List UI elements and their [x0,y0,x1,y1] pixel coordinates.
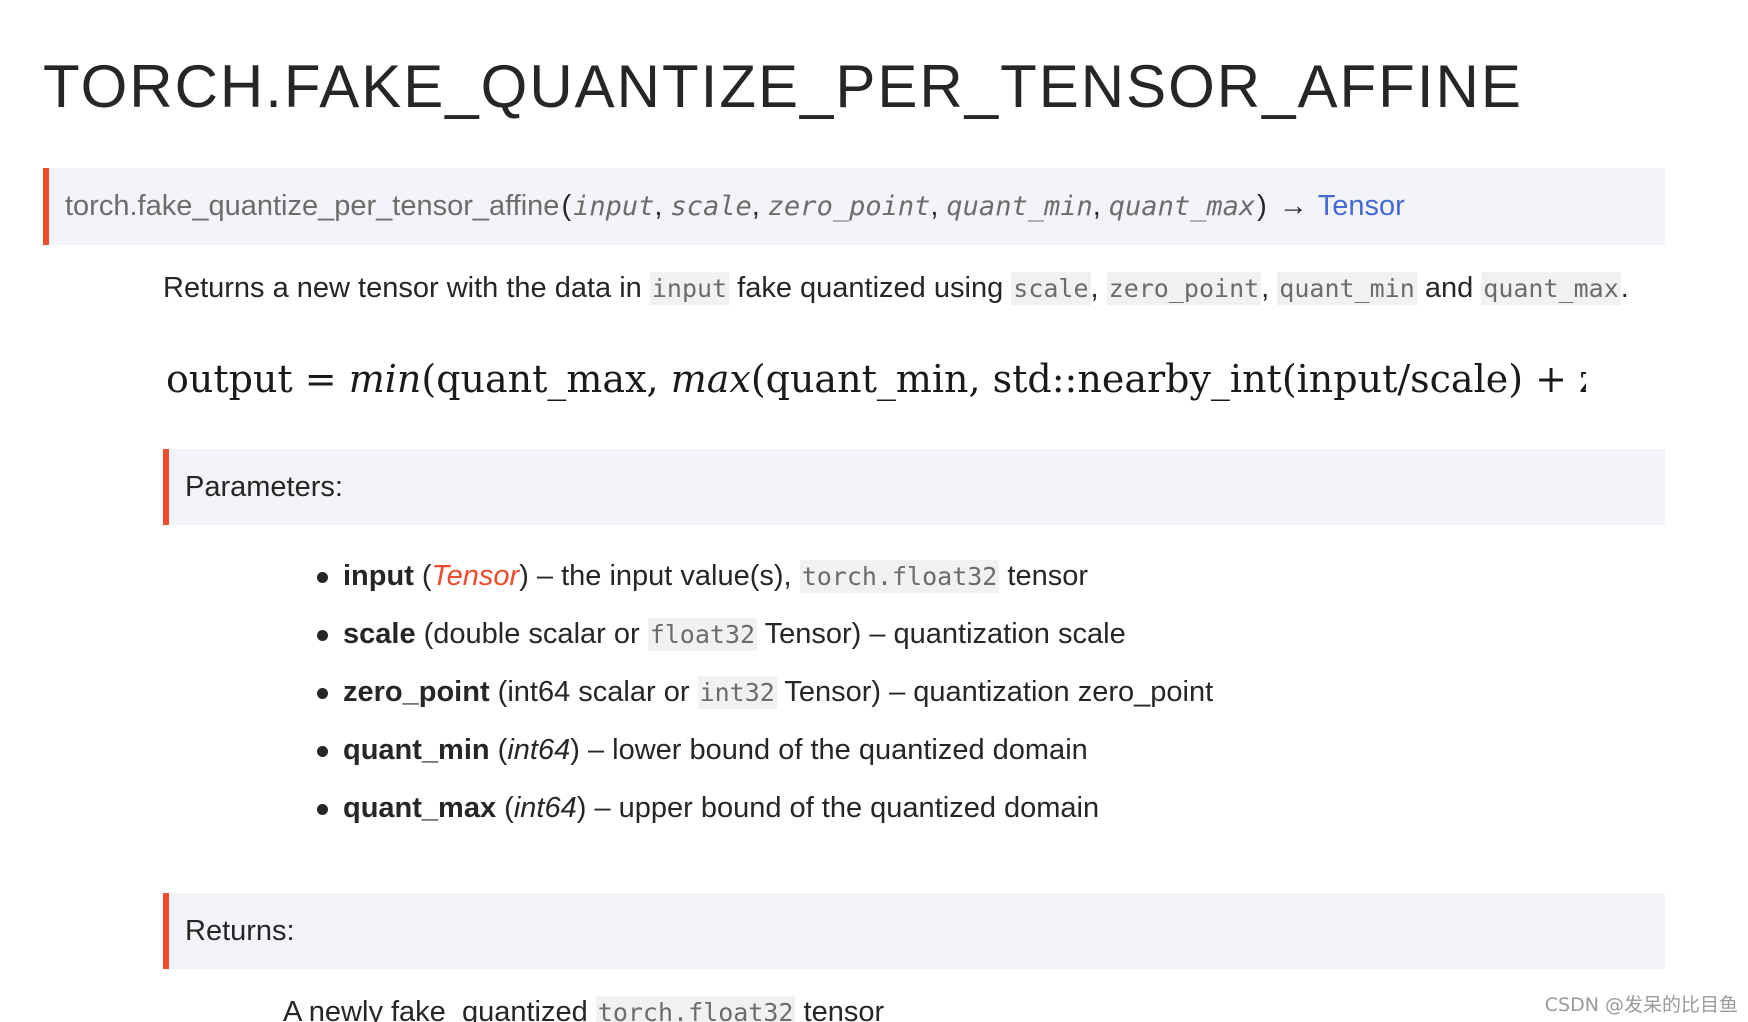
returns-description: A newly fake_quantized torch.float32 ten… [283,996,884,1022]
formula-min: min [348,357,422,401]
return-type-link[interactable]: Tensor [1318,190,1405,223]
param-close: ) [519,560,529,592]
function-signature: torch.fake_quantize_per_tensor_affine ( … [43,168,1665,245]
signature-arg-quant-max: quant_max [1108,191,1256,222]
signature-separator: , [654,190,663,222]
bullet-icon [317,630,328,641]
param-code: float32 [647,618,758,651]
signature-separator: , [930,190,939,222]
param-desc: – lower bound of the quantized domain [579,734,1088,766]
parameters-heading-box: Parameters: [163,449,1665,525]
list-item: input (Tensor) – the input value(s), tor… [317,556,1213,614]
code-quant-max: quant_max [1481,272,1621,305]
parameters-heading: Parameters: [185,470,343,503]
parameters-list: input (Tensor) – the input value(s), tor… [317,556,1214,846]
param-name: scale [343,618,416,650]
param-name: quant_min [343,734,490,766]
returns-text-before: A newly fake_quantized [283,996,596,1022]
param-type-link[interactable]: Tensor [432,560,520,592]
formula-part2: (quant_min, std::nearby_int(input/scale)… [750,357,1586,401]
param-close: ) [570,734,580,766]
param-name: quant_max [343,792,497,824]
param-open: (int64 scalar or [489,676,698,708]
description-middle: fake quantized using [737,272,1004,304]
signature-open-paren: ( [561,190,572,222]
signature-arg-quant-min: quant_min [946,191,1093,222]
formula-lhs: output [166,357,293,401]
description-comma: , [1090,272,1099,304]
param-close: Tensor) [757,618,862,650]
code-quant-min: quant_min [1277,272,1417,305]
param-open: ( [489,734,508,766]
watermark: CSDN @发呆的比目鱼 [1544,994,1738,1016]
param-desc: – quantization zero_point [881,676,1214,708]
function-name: torch.fake_quantize_per_tensor_affine [65,190,560,222]
list-item: scale (double scalar or float32 Tensor) … [317,614,1213,672]
param-open: ( [413,560,432,592]
page-title: TORCH.FAKE_QUANTIZE_PER_TENSOR_AFFINE [43,53,1523,120]
list-item: quant_min (int64) – lower bound of the q… [317,730,1213,788]
bullet-icon [317,804,328,815]
param-desc: – upper bound of the quantized domain [586,792,1100,824]
param-code: int32 [697,676,777,709]
signature-separator: , [1092,190,1101,222]
param-type: int64 [507,734,571,766]
description-period: . [1620,272,1629,304]
description-prefix: Returns a new tensor with the data in [163,272,642,304]
signature-arg-scale: scale [670,191,752,222]
description-and: and [1424,272,1474,304]
signature-separator: , [751,190,760,222]
param-desc: tensor [999,560,1089,592]
math-formula: output = min(quant_max, max(quant_min, s… [166,357,1586,401]
param-type: int64 [513,792,577,824]
signature-arg-zero-point: zero_point [767,191,931,222]
returns-text-after: tensor [795,996,885,1022]
description-comma: , [1261,272,1270,304]
formula-part1: (quant_max, [421,357,671,401]
returns-heading: Returns: [185,914,295,947]
param-close: ) [576,792,587,824]
param-name: input [343,560,414,592]
code-input: input [649,272,730,305]
param-desc: – quantization scale [861,618,1126,650]
param-name: zero_point [343,676,490,708]
param-code: torch.float32 [799,560,1000,593]
bullet-icon [317,746,328,757]
bullet-icon [317,688,328,699]
param-desc: – the input value(s), [528,560,800,592]
list-item: zero_point (int64 scalar or int32 Tensor… [317,672,1214,730]
param-open: ( [496,792,514,824]
code-scale: scale [1011,272,1091,305]
list-item: quant_max (int64) – upper bound of the q… [317,788,1213,846]
formula-max: max [670,357,751,401]
returns-heading-box: Returns: [163,893,1665,969]
formula-equals: = [292,357,349,401]
return-arrow-icon: → [1278,190,1308,222]
code-zero-point: zero_point [1106,272,1262,305]
bullet-icon [317,572,328,583]
function-description: Returns a new tensor with the data in in… [163,272,1629,305]
signature-close-paren: ) [1257,190,1267,222]
returns-code: torch.float32 [595,996,796,1022]
param-open: (double scalar or [415,618,648,650]
signature-arg-input: input [573,191,655,222]
param-close: Tensor) [776,676,882,708]
